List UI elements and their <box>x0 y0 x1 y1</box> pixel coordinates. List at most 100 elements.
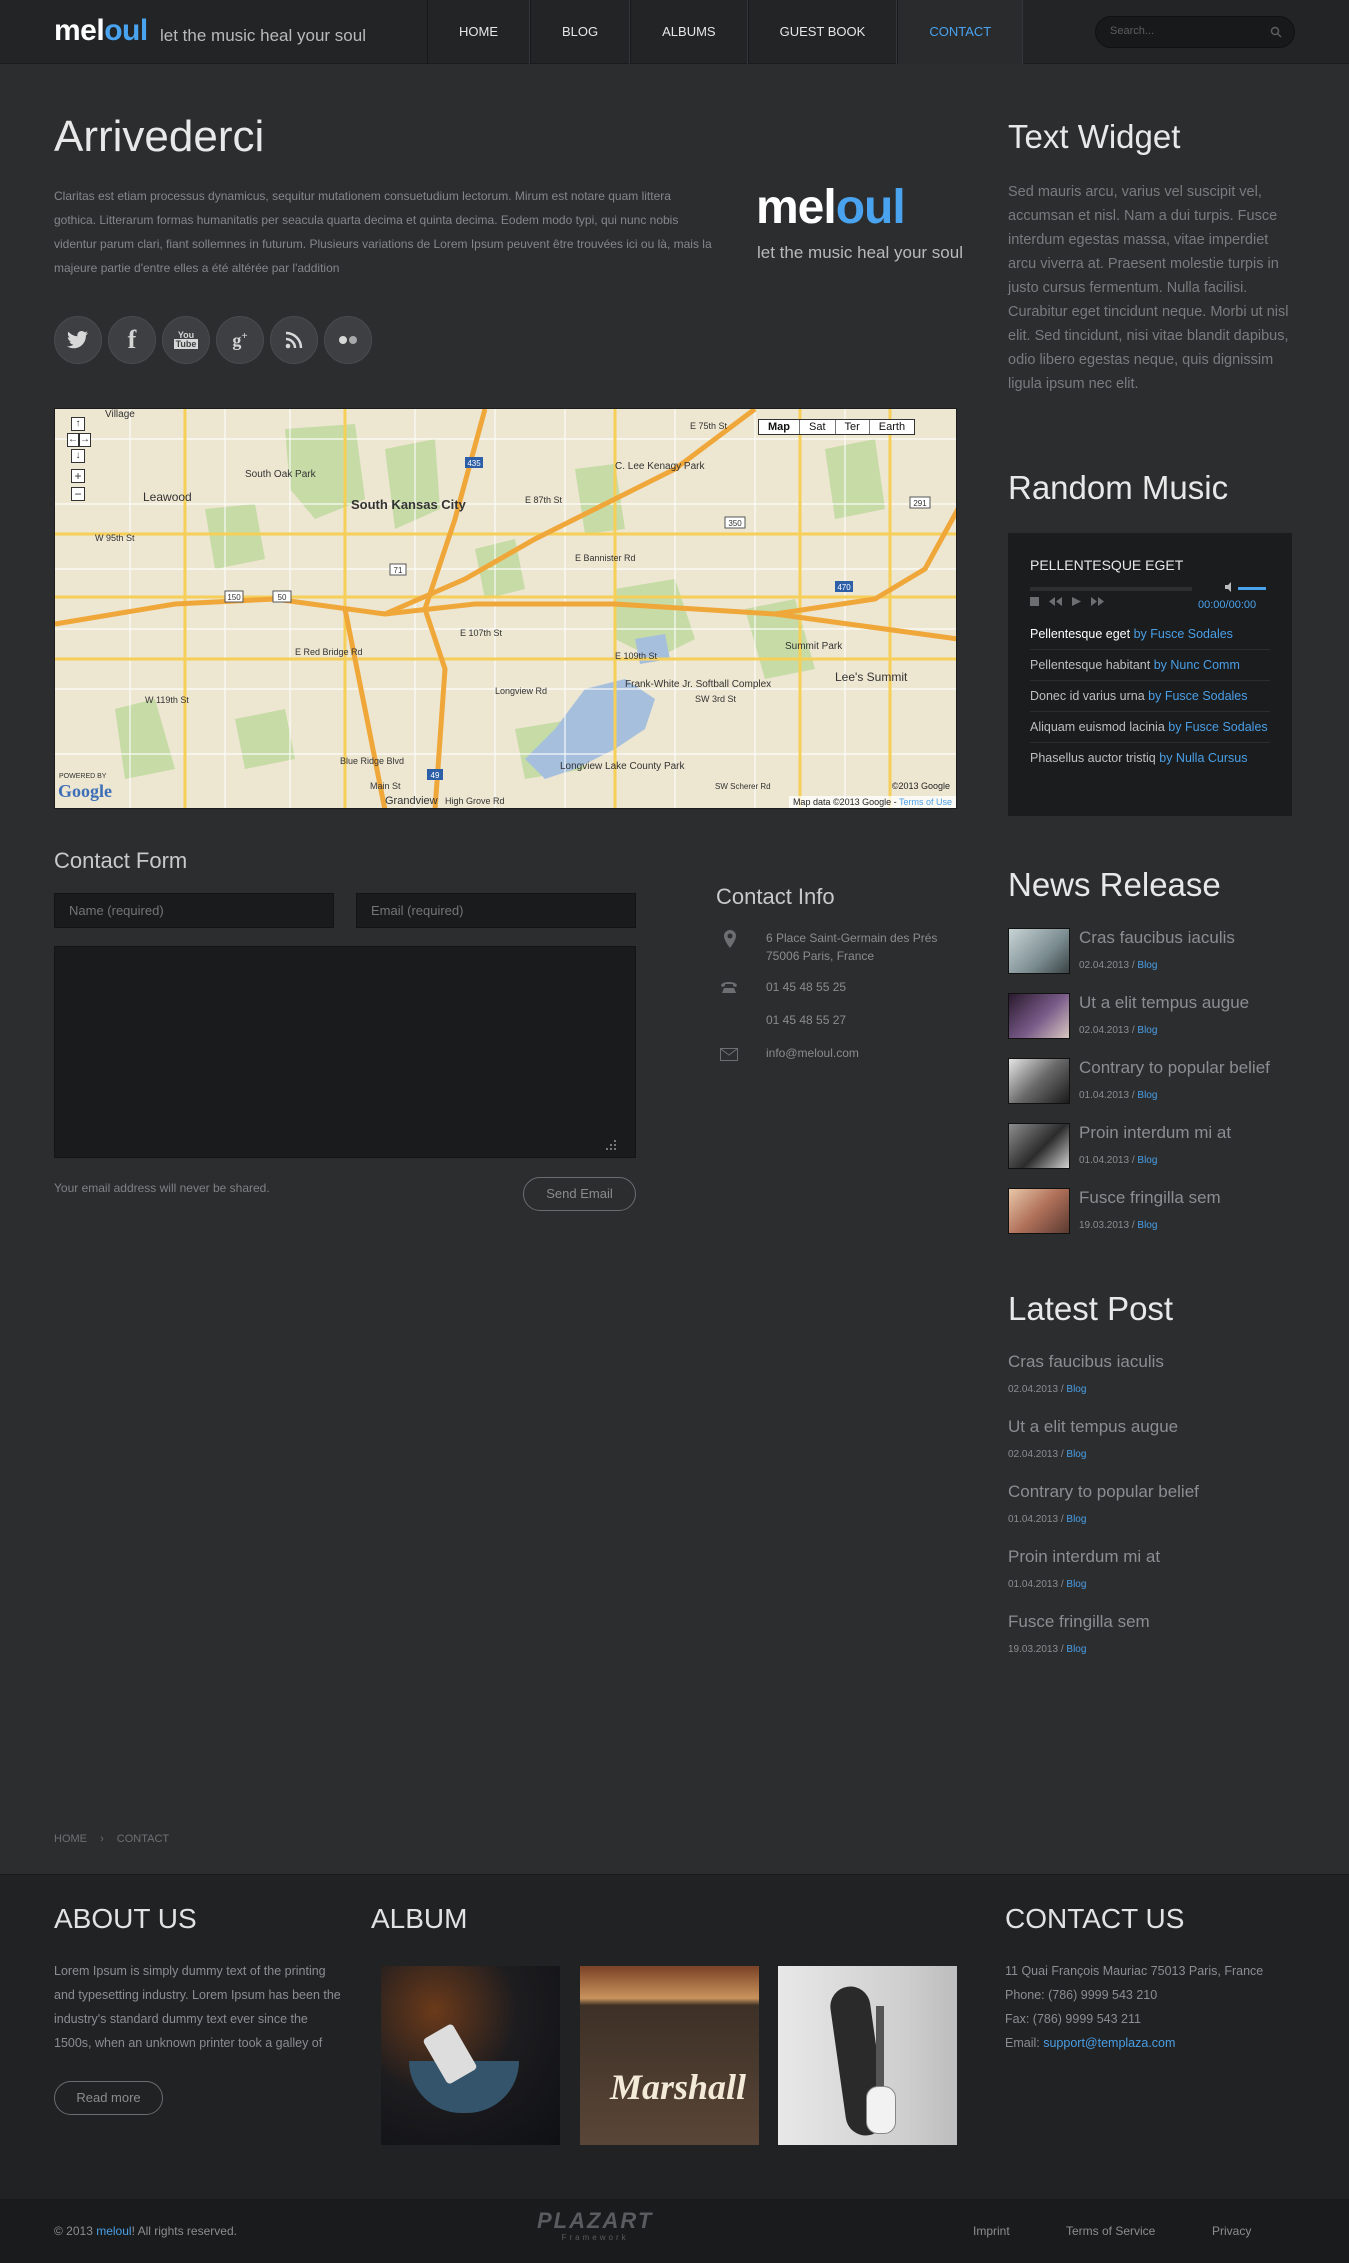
map-type-earth[interactable]: Earth <box>870 420 914 434</box>
read-more-button[interactable]: Read more <box>54 2081 163 2115</box>
message-textarea[interactable] <box>54 946 636 1158</box>
random-music-title: Random Music <box>1008 469 1229 506</box>
site-logo[interactable]: meloul <box>54 14 148 48</box>
map-label: E 107th St <box>460 628 503 638</box>
news-item-title[interactable]: Ut a elit tempus augue <box>1079 993 1249 1013</box>
news-thumb[interactable] <box>1008 1188 1070 1234</box>
next-icon[interactable] <box>1091 597 1104 606</box>
contact-info-title: Contact Info <box>716 884 835 909</box>
about-us-text: Lorem Ipsum is simply dummy text of the … <box>54 1964 341 2050</box>
map-label: Leawood <box>143 490 192 504</box>
map-label: W 95th St <box>95 533 135 543</box>
name-field[interactable] <box>54 893 334 928</box>
post-item-title[interactable]: Proin interdum mi at <box>1008 1547 1160 1567</box>
nav-albums[interactable]: ALBUMS <box>630 0 748 64</box>
post-item-title[interactable]: Cras faucibus iaculis <box>1008 1352 1164 1372</box>
send-email-button[interactable]: Send Email <box>523 1177 636 1211</box>
site-tagline: let the music heal your soul <box>160 26 366 45</box>
map-type-map[interactable]: Map <box>759 420 800 434</box>
zoom-out-icon[interactable]: − <box>71 487 85 501</box>
location-map[interactable]: Village South Oak Park Leawood South Kan… <box>54 408 957 809</box>
twitter-icon[interactable] <box>54 316 102 364</box>
content-logo-tagline: let the music heal your soul <box>757 243 963 262</box>
contact-email[interactable]: info@meloul.com <box>766 1046 859 1060</box>
mail-icon <box>720 1048 738 1061</box>
post-item-title[interactable]: Contrary to popular belief <box>1008 1482 1199 1502</box>
progress-bar[interactable] <box>1030 587 1192 591</box>
pan-right-icon[interactable]: → <box>79 433 91 447</box>
news-item-date: 19.03.2013 / Blog <box>1079 1220 1158 1231</box>
search-input[interactable] <box>1110 25 1260 37</box>
map-shield: 291 <box>913 499 927 508</box>
contact-form-title: Contact Form <box>54 848 188 873</box>
previous-icon[interactable] <box>1049 597 1062 606</box>
footer-email: Email: support@templaza.com <box>1005 2036 1176 2050</box>
news-thumb[interactable] <box>1008 993 1070 1039</box>
framework-logo[interactable]: PLAZART Framework <box>537 2209 653 2243</box>
news-item-title[interactable]: Fusce fringilla sem <box>1079 1188 1221 1208</box>
track-item[interactable]: Donec id varius urna by Fusce Sodales <box>1030 681 1270 712</box>
search-icon[interactable] <box>1270 26 1282 38</box>
map-label: Summit Park <box>785 641 843 652</box>
volume-slider[interactable] <box>1238 587 1266 590</box>
play-icon[interactable] <box>1072 597 1081 606</box>
footer-email-link[interactable]: support@templaza.com <box>1043 2036 1175 2050</box>
stop-icon[interactable] <box>1030 597 1039 606</box>
music-player: PELLENTESQUE EGET 00:00/00:00 Pellentesq… <box>1008 533 1292 816</box>
post-item-date: 02.04.2013 / Blog <box>1008 1449 1087 1460</box>
email-field[interactable] <box>356 893 636 928</box>
footer-link-terms[interactable]: Terms of Service <box>1066 2224 1155 2238</box>
contact-phone-2: 01 45 48 55 27 <box>766 1013 847 1027</box>
post-item-title[interactable]: Ut a elit tempus augue <box>1008 1417 1178 1437</box>
footer-link-imprint[interactable]: Imprint <box>973 2224 1010 2238</box>
news-item-title[interactable]: Proin interdum mi at <box>1079 1123 1231 1143</box>
news-item-title[interactable]: Cras faucibus iaculis <box>1079 928 1235 948</box>
map-type-ter[interactable]: Ter <box>836 420 870 434</box>
pan-left-icon[interactable]: ← <box>67 433 79 447</box>
album-thumb[interactable] <box>381 1966 560 2145</box>
map-type-controls: Map Sat Ter Earth <box>758 419 916 435</box>
nav-contact[interactable]: CONTACT <box>897 0 1024 64</box>
breadcrumb-home[interactable]: HOME <box>54 1833 87 1845</box>
album-thumb[interactable] <box>778 1966 957 2145</box>
track-list: Pellentesque eget by Fusce Sodales Pelle… <box>1030 619 1270 773</box>
map-type-sat[interactable]: Sat <box>800 420 836 434</box>
pan-down-icon[interactable]: ↓ <box>71 449 85 463</box>
track-item[interactable]: Aliquam euismod lacinia by Fusce Sodales <box>1030 712 1270 743</box>
youtube-icon[interactable]: You Tube <box>162 316 210 364</box>
flickr-icon[interactable] <box>324 316 372 364</box>
track-item[interactable]: Phasellus auctor tristiq by Nulla Cursus <box>1030 743 1270 773</box>
post-item-title[interactable]: Fusce fringilla sem <box>1008 1612 1150 1632</box>
googleplus-icon[interactable]: g+ <box>216 316 264 364</box>
nav-home[interactable]: HOME <box>427 0 530 64</box>
main-nav: HOME BLOG ALBUMS GUEST BOOK CONTACT <box>427 0 1024 64</box>
news-item-title[interactable]: Contrary to popular belief <box>1079 1058 1270 1078</box>
map-label: Village <box>105 409 135 420</box>
zoom-in-icon[interactable]: + <box>71 469 85 483</box>
facebook-icon[interactable]: f <box>108 316 156 364</box>
map-shield: 150 <box>227 593 241 602</box>
map-terms-link[interactable]: Terms of Use <box>899 797 952 807</box>
map-label: E 75th St <box>690 421 728 431</box>
map-label: C. Lee Kenagy Park <box>615 461 705 472</box>
album-thumb[interactable]: Marshall <box>580 1966 759 2145</box>
news-thumb[interactable] <box>1008 1123 1070 1169</box>
track-item[interactable]: Pellentesque habitant by Nunc Comm <box>1030 650 1270 681</box>
news-thumb[interactable] <box>1008 928 1070 974</box>
nav-guest-book[interactable]: GUEST BOOK <box>747 0 898 64</box>
pan-up-icon[interactable]: ↑ <box>71 417 85 431</box>
news-thumb[interactable] <box>1008 1058 1070 1104</box>
footer-link-privacy[interactable]: Privacy <box>1212 2224 1251 2238</box>
contact-phone-1: 01 45 48 55 25 <box>766 980 847 994</box>
nav-blog[interactable]: BLOG <box>530 0 631 64</box>
map-shield: 50 <box>278 593 287 602</box>
rss-icon[interactable] <box>270 316 318 364</box>
news-item-date: 02.04.2013 / Blog <box>1079 1025 1158 1036</box>
map-attribution: Map data ©2013 Google - Terms of Use <box>788 796 956 808</box>
google-logo: Google <box>58 781 112 801</box>
resize-handle-icon[interactable] <box>604 1138 618 1152</box>
map-label: SW Scherer Rd <box>715 782 771 791</box>
volume-icon[interactable] <box>1224 581 1236 593</box>
track-item[interactable]: Pellentesque eget by Fusce Sodales <box>1030 619 1270 650</box>
brand-link[interactable]: meloul <box>96 2224 131 2238</box>
